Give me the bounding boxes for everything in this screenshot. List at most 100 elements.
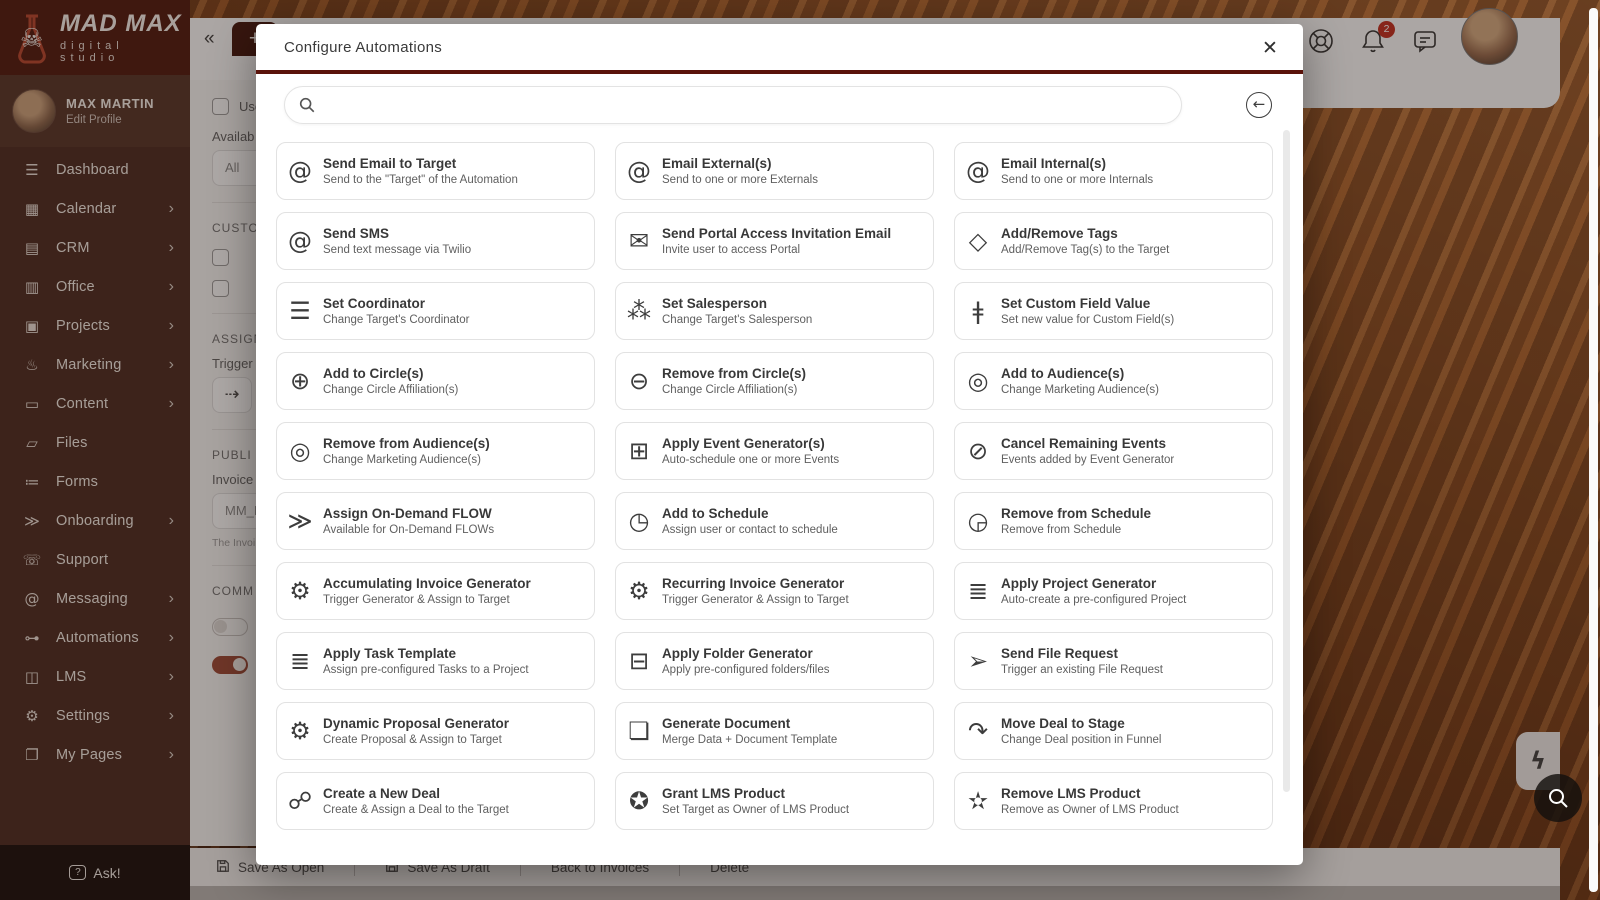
card-description: Change Circle Affiliation(s) (662, 384, 806, 396)
card-title: Create a New Deal (323, 786, 509, 801)
card-text: Assign On-Demand FLOWAvailable for On-De… (323, 506, 494, 536)
automation-card[interactable]: ≣Apply Task TemplateAssign pre-configure… (276, 632, 595, 690)
automation-card[interactable]: ✉Send Portal Access Invitation EmailInvi… (615, 212, 934, 270)
person-list-icon: ☰ (277, 297, 323, 325)
automation-card[interactable]: ⊕Add to Circle(s)Change Circle Affiliati… (276, 352, 595, 410)
automation-card[interactable]: ◇Add/Remove TagsAdd/Remove Tag(s) to the… (954, 212, 1273, 270)
network-icon: ⁂ (616, 297, 662, 325)
card-text: Add/Remove Tags Add/Remove Tag(s) to the … (1001, 226, 1169, 256)
automation-card[interactable]: ≣Apply Project Generator Auto-create a pr… (954, 562, 1273, 620)
card-title: Send Portal Access Invitation Email (662, 226, 891, 241)
card-title: Generate Document (662, 716, 837, 731)
card-description: Create Proposal & Assign to Target (323, 734, 509, 746)
card-title: Add to Circle(s) (323, 366, 458, 381)
audience-target-icon: ◎ (955, 367, 1001, 395)
card-description: Auto-schedule one or more Events (662, 454, 839, 466)
back-button[interactable]: ← (1246, 92, 1272, 118)
configure-automations-modal: Configure Automations ✕ ← @Send Email to… (256, 24, 1303, 865)
card-description: Trigger Generator & Assign to Target (662, 594, 849, 606)
card-title: Send Email to Target (323, 156, 518, 171)
automation-card[interactable]: ✪Grant LMS ProductSet Target as Owner of… (615, 772, 934, 830)
card-text: Send Portal Access Invitation EmailInvit… (662, 226, 891, 256)
card-description: Auto-create a pre-configured Project (1001, 594, 1186, 606)
card-description: Remove from Schedule (1001, 524, 1151, 536)
magnifier-fab[interactable] (1534, 774, 1582, 822)
automation-card[interactable]: ⚙Recurring Invoice Generator Trigger Gene… (615, 562, 934, 620)
automation-card[interactable]: ⚙Dynamic Proposal GeneratorCreate Propos… (276, 702, 595, 760)
card-title: Send File Request (1001, 646, 1163, 661)
custom-field-icon: ǂ (955, 297, 1001, 325)
card-description: Add/Remove Tag(s) to the Target (1001, 244, 1169, 256)
card-title: Send SMS (323, 226, 471, 241)
automation-card[interactable]: ◶Remove from ScheduleRemove from Schedul… (954, 492, 1273, 550)
card-title: Add/Remove Tags (1001, 226, 1169, 241)
automation-card[interactable]: ⊞Apply Event Generator(s)Auto-schedule o… (615, 422, 934, 480)
card-title: Remove from Schedule (1001, 506, 1151, 521)
automation-card[interactable]: @Email External(s)Send to one or more Ex… (615, 142, 934, 200)
clock-plus-icon: ◷ (616, 507, 662, 535)
search-input[interactable] (326, 88, 1167, 122)
modal-scrollbar[interactable] (1283, 130, 1290, 792)
card-title: Remove LMS Product (1001, 786, 1179, 801)
automation-card[interactable]: @Email Internal(s)Send to one or more In… (954, 142, 1273, 200)
card-text: Set Custom Field ValueSet new value for … (1001, 296, 1174, 326)
card-title: Apply Project Generator (1001, 576, 1186, 591)
card-text: Apply Task TemplateAssign pre-configured… (323, 646, 529, 676)
automation-card[interactable]: ≫Assign On-Demand FLOWAvailable for On-D… (276, 492, 595, 550)
automation-card[interactable]: ◎Add to Audience(s)Change Marketing Audi… (954, 352, 1273, 410)
automation-card[interactable]: ⁂Set SalespersonChange Target's Salesper… (615, 282, 934, 340)
card-text: Move Deal to Stage Change Deal position i… (1001, 716, 1161, 746)
card-text: Apply Folder GeneratorApply pre-configur… (662, 646, 829, 676)
automation-card[interactable]: ◷Add to ScheduleAssign user or contact t… (615, 492, 934, 550)
checklist-icon: ≣ (277, 647, 323, 675)
card-description: Change Deal position in Funnel (1001, 734, 1161, 746)
automation-card[interactable]: ☰Set Coordinator Change Target's Coordina… (276, 282, 595, 340)
gear-bolt-icon: ⚙ (277, 577, 323, 605)
automation-card[interactable]: ◎Remove from Audience(s)Change Marketing… (276, 422, 595, 480)
card-description: Send text message via Twilio (323, 244, 471, 256)
audience-target-icon: ◎ (277, 437, 323, 465)
card-description: Change Target's Coordinator (323, 314, 469, 326)
card-description: Available for On-Demand FLOWs (323, 524, 494, 536)
calendar-cancel-icon: ⊘ (955, 437, 1001, 465)
accent-divider (256, 70, 1303, 74)
card-text: Send SMS Send text message via Twilio (323, 226, 471, 256)
card-text: Remove from Schedule Remove from Schedule (1001, 506, 1151, 536)
automation-card[interactable]: ✫Remove LMS ProductRemove as Owner of LM… (954, 772, 1273, 830)
stage-arrow-icon: ↷ (955, 717, 1001, 745)
automation-card[interactable]: ⚙Accumulating Invoice GeneratorTrigger G… (276, 562, 595, 620)
automation-card[interactable]: ↷Move Deal to Stage Change Deal position … (954, 702, 1273, 760)
automation-card[interactable]: @Send Email to TargetSend to the "Target… (276, 142, 595, 200)
card-title: Move Deal to Stage (1001, 716, 1161, 731)
checklist-icon: ≣ (955, 577, 1001, 605)
card-text: Set Coordinator Change Target's Coordinat… (323, 296, 469, 326)
card-description: Set new value for Custom Field(s) (1001, 314, 1174, 326)
modal-title: Configure Automations (284, 39, 442, 56)
automation-card[interactable]: ⊟Apply Folder GeneratorApply pre-configu… (615, 632, 934, 690)
card-text: Email Internal(s)Send to one or more Int… (1001, 156, 1153, 186)
clock-minus-icon: ◶ (955, 507, 1001, 535)
card-text: Generate DocumentMerge Data + Document T… (662, 716, 837, 746)
at-icon: @ (277, 157, 323, 185)
automation-card[interactable]: @Send SMSSend text message via Twilio (276, 212, 595, 270)
automation-card[interactable]: ➢Send File RequestTrigger an existing Fi… (954, 632, 1273, 690)
card-description: Send to one or more Externals (662, 174, 818, 186)
card-description: Change Marketing Audience(s) (323, 454, 490, 466)
card-description: Apply pre-configured folders/files (662, 664, 829, 676)
card-title: Recurring Invoice Generator (662, 576, 849, 591)
close-icon[interactable]: ✕ (1257, 35, 1283, 61)
card-text: Remove from Audience(s)Change Marketing … (323, 436, 490, 466)
card-text: Remove from Circle(s)Change Circle Affil… (662, 366, 806, 396)
circles-minus-icon: ⊖ (616, 367, 662, 395)
calendar-plus-icon: ⊞ (616, 437, 662, 465)
automation-card[interactable]: ǂSet Custom Field ValueSet new value for… (954, 282, 1273, 340)
automation-card[interactable]: ☍Create a New DealCreate & Assign a Deal… (276, 772, 595, 830)
automation-card[interactable]: ❏Generate DocumentMerge Data + Document … (615, 702, 934, 760)
gear-bolt-icon: ⚙ (616, 577, 662, 605)
page-scrollbar[interactable] (1589, 8, 1598, 892)
automation-card[interactable]: ⊘Cancel Remaining EventsEvents added by … (954, 422, 1273, 480)
card-title: Apply Task Template (323, 646, 529, 661)
card-title: Set Coordinator (323, 296, 469, 311)
card-description: Set Target as Owner of LMS Product (662, 804, 849, 816)
automation-card[interactable]: ⊖Remove from Circle(s)Change Circle Affi… (615, 352, 934, 410)
